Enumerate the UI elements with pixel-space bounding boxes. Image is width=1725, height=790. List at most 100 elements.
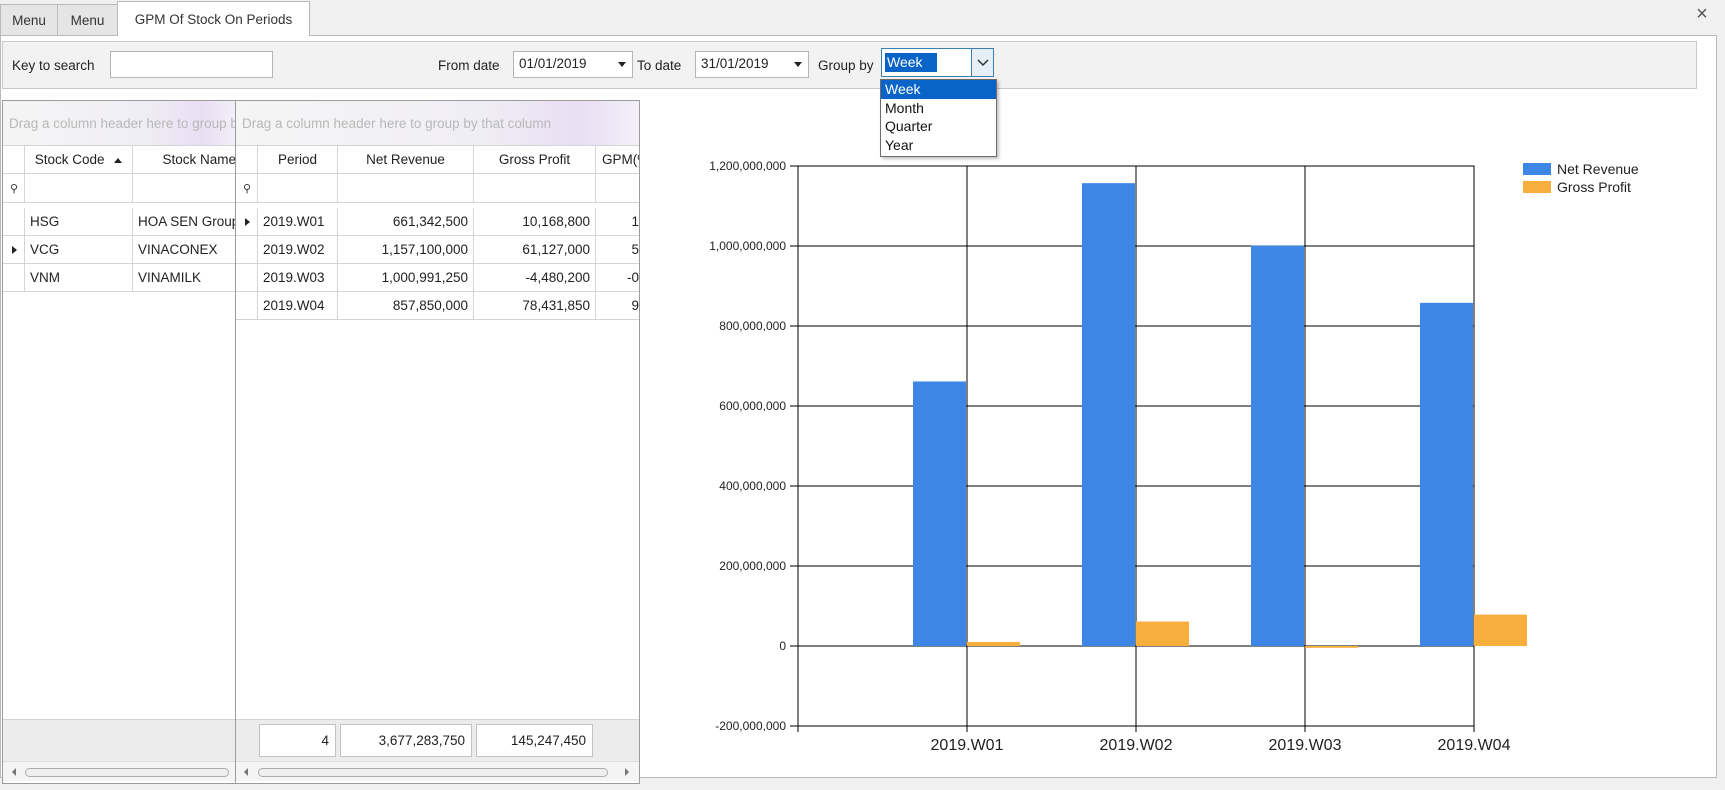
cell-net-revenue[interactable]: 661,342,500: [338, 208, 474, 235]
column-header-stock-code[interactable]: Stock Code: [25, 146, 133, 174]
cell-gross-profit[interactable]: -4,480,200: [474, 264, 596, 291]
cell-gpm[interactable]: 9: [596, 292, 639, 319]
cell-net-revenue[interactable]: 857,850,000: [338, 292, 474, 319]
chevron-down-icon[interactable]: [794, 62, 802, 67]
stock-grid-header: Stock Code Stock Name: [3, 145, 235, 174]
column-header-gpm[interactable]: GPM(%): [596, 146, 639, 174]
y-tick-label: -200,000,000: [715, 719, 786, 733]
horizontal-scrollbar[interactable]: [236, 761, 639, 781]
table-row[interactable]: VNM VINAMILK: [3, 264, 235, 292]
key-to-search-input[interactable]: [110, 51, 273, 78]
option-year[interactable]: Year: [881, 136, 996, 155]
period-grid-header: Period Net Revenue Gross Profit GPM(%): [236, 145, 639, 174]
filter-cell-period[interactable]: [258, 174, 338, 202]
from-date-value: 01/01/2019: [519, 56, 587, 71]
row-indicator-header: [3, 146, 25, 174]
key-to-search-label: Key to search: [12, 58, 95, 73]
cell-stock-code[interactable]: VNM: [25, 264, 133, 291]
table-row[interactable]: 2019.W04 857,850,000 78,431,850 9: [236, 292, 639, 320]
filter-cell-stock-name[interactable]: [133, 174, 235, 202]
filter-row-indicator: ⚲: [236, 174, 258, 202]
current-row-icon: [12, 246, 17, 254]
current-row-icon: [245, 218, 250, 226]
cell-gpm[interactable]: -0: [596, 264, 639, 291]
filter-row: ⚲: [3, 174, 235, 203]
cell-gross-profit[interactable]: 61,127,000: [474, 236, 596, 263]
tab-gpm-of-stock-on-periods[interactable]: GPM Of Stock On Periods: [117, 1, 310, 36]
bar-net-revenue: [913, 381, 966, 646]
option-quarter[interactable]: Quarter: [881, 117, 996, 136]
scroll-right-icon[interactable]: [625, 768, 629, 776]
cell-stock-name[interactable]: VINAMILK: [133, 264, 235, 291]
filter-cell-net-revenue[interactable]: [338, 174, 474, 202]
legend-label-gross-profit: Gross Profit: [1557, 179, 1631, 195]
cell-gross-profit[interactable]: 10,168,800: [474, 208, 596, 235]
column-header-net-revenue[interactable]: Net Revenue: [338, 146, 474, 174]
table-row[interactable]: HSG HOA SEN Group: [3, 208, 235, 236]
combobox-dropdown-button[interactable]: [971, 49, 993, 76]
horizontal-scrollbar[interactable]: [3, 761, 235, 781]
scroll-left-icon[interactable]: [12, 768, 16, 776]
cell-stock-name[interactable]: VINACONEX: [133, 236, 235, 263]
table-row[interactable]: 2019.W02 1,157,100,000 61,127,000 5: [236, 236, 639, 264]
cell-stock-code[interactable]: VCG: [25, 236, 133, 263]
cell-net-revenue[interactable]: 1,157,100,000: [338, 236, 474, 263]
scrollbar-thumb[interactable]: [258, 768, 608, 777]
scroll-left-icon[interactable]: [244, 768, 248, 776]
cell-period[interactable]: 2019.W03: [258, 264, 338, 291]
table-row[interactable]: 2019.W03 1,000,991,250 -4,480,200 -0: [236, 264, 639, 292]
option-month[interactable]: Month: [881, 99, 996, 118]
tab-bar: Menu Menu GPM Of Stock On Periods ×: [0, 0, 1725, 36]
close-icon[interactable]: ×: [1692, 4, 1712, 24]
cell-period[interactable]: 2019.W02: [258, 236, 338, 263]
table-row[interactable]: VCG VINACONEX: [3, 236, 235, 264]
cell-gpm[interactable]: 5: [596, 236, 639, 263]
filter-cell-gross-profit[interactable]: [474, 174, 596, 202]
cell-stock-code[interactable]: HSG: [25, 208, 133, 235]
cell-period[interactable]: 2019.W01: [258, 208, 338, 235]
bar-gross-profit: [967, 641, 1020, 646]
cell-gpm[interactable]: 1: [596, 208, 639, 235]
pin-icon: ⚲: [243, 183, 252, 195]
table-row[interactable]: 2019.W01 661,342,500 10,168,800 1: [236, 208, 639, 236]
filter-cell-stock-code[interactable]: [25, 174, 133, 202]
bar-gross-profit: [1136, 621, 1189, 646]
chevron-down-icon[interactable]: [618, 62, 626, 67]
period-grid: Drag a column header here to group by th…: [235, 100, 640, 784]
column-header-period[interactable]: Period: [258, 146, 338, 174]
group-by-combobox[interactable]: Week: [881, 48, 994, 77]
grid-footer: 4 3,677,283,750 145,247,450: [236, 719, 639, 761]
tab-menu-2[interactable]: Menu: [57, 4, 118, 35]
footer-gross-profit-total: 145,247,450: [476, 724, 593, 757]
option-week[interactable]: Week: [881, 80, 996, 99]
cell-period[interactable]: 2019.W04: [258, 292, 338, 319]
net-revenue-gross-profit-chart: 1,200,000,000 1,000,000,000 800,000,000 600…: [709, 159, 1639, 754]
legend-swatch-gross-profit: [1523, 181, 1551, 193]
group-panel[interactable]: Drag a column header here to group by th…: [3, 101, 235, 145]
cell-stock-name[interactable]: HOA SEN Group: [133, 208, 235, 235]
filter-cell-gpm[interactable]: [596, 174, 639, 202]
row-indicator: [236, 208, 258, 235]
chevron-down-icon: [976, 58, 989, 66]
x-tick-label: 2019.W04: [1438, 737, 1511, 754]
column-header-stock-name[interactable]: Stock Name: [133, 146, 235, 174]
cell-gross-profit[interactable]: 78,431,850: [474, 292, 596, 319]
bar-net-revenue: [1082, 183, 1135, 646]
scrollbar-thumb[interactable]: [25, 768, 229, 777]
to-date-label: To date: [637, 58, 682, 73]
stock-grid: Drag a column header here to group by th…: [2, 100, 236, 784]
y-tick-label: 0: [779, 639, 786, 653]
to-date-value: 31/01/2019: [701, 56, 769, 71]
y-tick-label: 400,000,000: [719, 479, 786, 493]
row-indicator: [236, 264, 258, 291]
y-tick-label: 200,000,000: [719, 559, 786, 573]
to-date-picker[interactable]: 31/01/2019: [695, 51, 809, 78]
column-header-gross-profit[interactable]: Gross Profit: [474, 146, 596, 174]
tab-menu-1[interactable]: Menu: [0, 4, 58, 35]
cell-net-revenue[interactable]: 1,000,991,250: [338, 264, 474, 291]
x-tick-label: 2019.W01: [931, 737, 1004, 754]
group-panel[interactable]: Drag a column header here to group by th…: [236, 101, 639, 145]
x-tick-label: 2019.W02: [1100, 737, 1173, 754]
legend-label-net-revenue: Net Revenue: [1557, 161, 1639, 177]
from-date-picker[interactable]: 01/01/2019: [513, 51, 633, 78]
